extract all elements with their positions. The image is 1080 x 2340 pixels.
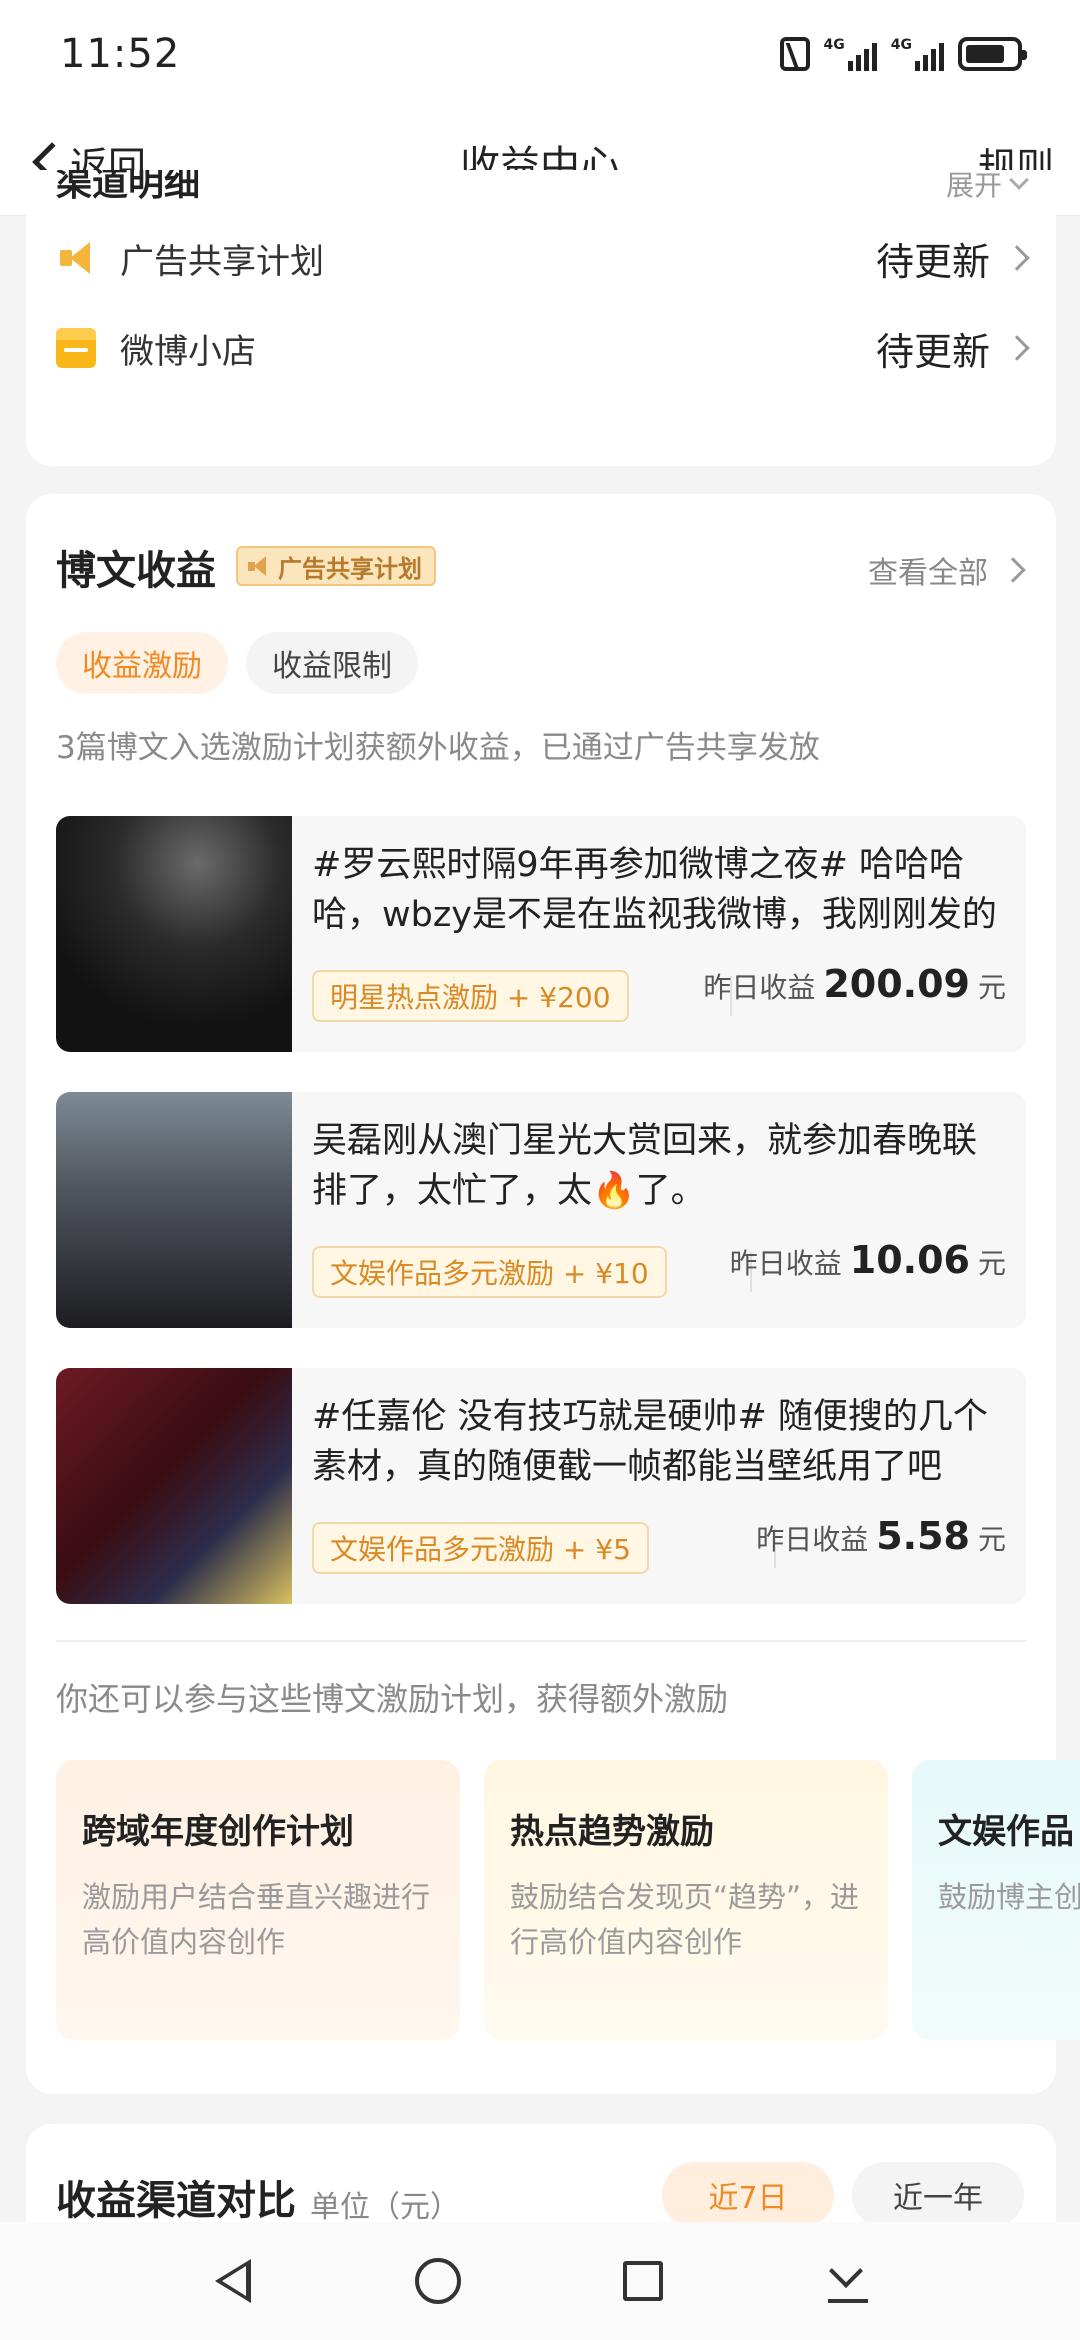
speaker-icon xyxy=(248,556,270,576)
status-time: 11:52 xyxy=(60,31,181,77)
plan-card[interactable]: 跨域年度创作计划 激励用户结合垂直兴趣进行高价值内容创作 xyxy=(56,1760,460,2040)
nfc-icon xyxy=(779,37,810,71)
post-item[interactable]: 吴磊刚从澳门星光大赏回来，就参加春晚联排了，太忙了，太🔥了。 文娱作品多元激励 … xyxy=(56,1092,1026,1328)
channel-value: 待更新 xyxy=(875,239,990,284)
post-text: #任嘉伦 没有技巧就是硬帅# 随便搜的几个素材，真的随便截一帧都能当壁纸用了吧 xyxy=(312,1397,988,1487)
triangle-back-icon xyxy=(214,2259,251,2303)
compare-title: 收益渠道对比 xyxy=(56,2178,296,2224)
nav-notification-button[interactable] xyxy=(813,2246,883,2316)
post-item[interactable]: #罗云熙时隔9年再参加微博之夜# 哈哈哈哈，wbzy是不是在监视我微博，我刚刚发… xyxy=(56,816,1026,1052)
incentive-description: 3篇博文入选激励计划获额外收益，已通过广告共享发放 xyxy=(56,730,820,766)
post-thumbnail xyxy=(56,1092,292,1328)
post-text: #罗云熙时隔9年再参加微博之夜# 哈哈哈哈，wbzy是不是在监视我微博，我刚刚发… xyxy=(312,845,997,935)
channel-detail-title: 渠道明细 xyxy=(56,170,201,204)
plan-card[interactable]: 热点趋势激励 鼓励结合发现页“趋势”，进行高价值内容创作 xyxy=(484,1760,888,2040)
tab-income-incentive[interactable]: 收益激励 xyxy=(56,632,228,694)
channel-row-ad-share[interactable]: 广告共享计划 待更新 xyxy=(56,226,1030,290)
channel-name: 微博小店 xyxy=(120,331,256,372)
incentive-tag: 文娱作品多元激励 + ¥10 xyxy=(312,1246,667,1298)
post-income-card: 博文收益 广告共享计划 查看全部 收益激励 收益限制 3篇博文入选激励计划获额外… xyxy=(26,494,1080,2094)
post-income-title: 博文收益 xyxy=(56,548,216,594)
chevron-right-icon xyxy=(1000,557,1026,583)
signal-icon-2: 4G xyxy=(891,37,944,71)
post-text: 吴磊刚从澳门星光大赏回来，就参加春晚联排了，太忙了，太🔥了。 xyxy=(312,1121,978,1211)
more-plans-description: 你还可以参与这些博文激励计划，获得额外激励 xyxy=(56,1680,729,1718)
post-thumbnail xyxy=(56,816,292,1052)
plan-description: 鼓励博主创视频内 xyxy=(938,1880,1080,1914)
plan-title: 热点趋势激励 xyxy=(510,1812,714,1852)
channel-name: 广告共享计划 xyxy=(120,241,324,282)
system-nav-bar xyxy=(0,2222,1080,2340)
view-all-button[interactable]: 查看全部 xyxy=(868,548,1026,592)
speaker-icon xyxy=(56,238,96,278)
post-earning: 昨日收益 5.58 元 xyxy=(756,1514,1006,1558)
status-icons: 4G 4G xyxy=(779,37,1027,71)
plan-title: 跨域年度创作计划 xyxy=(82,1812,354,1852)
post-thumbnail xyxy=(56,1368,292,1604)
shop-icon xyxy=(56,328,96,368)
post-earning: 昨日收益 200.09 元 xyxy=(703,962,1006,1006)
plan-description: 激励用户结合垂直兴趣进行高价值内容创作 xyxy=(82,1880,431,1959)
arrow-down-icon xyxy=(827,2259,868,2303)
chevron-right-icon xyxy=(1004,335,1030,361)
tab-income-limit[interactable]: 收益限制 xyxy=(246,632,418,694)
divider xyxy=(56,1640,1026,1642)
channel-detail-card: 渠道明细 展开 广告共享计划 待更新 微博小店 待更新 xyxy=(26,170,1056,466)
battery-icon xyxy=(958,37,1027,71)
square-recents-icon xyxy=(622,2261,663,2301)
incentive-tag: 明星热点激励 + ¥200 xyxy=(312,970,629,1022)
circle-home-icon xyxy=(414,2258,461,2304)
range-7d-button[interactable]: 近7日 xyxy=(662,2162,834,2228)
plan-title: 文娱作品 xyxy=(938,1812,1074,1852)
ad-share-badge: 广告共享计划 xyxy=(236,546,436,586)
signal-icon: 4G xyxy=(824,37,877,71)
nav-recents-button[interactable] xyxy=(608,2246,678,2316)
plan-card[interactable]: 文娱作品 鼓励博主创视频内 xyxy=(912,1760,1080,2040)
post-earning: 昨日收益 10.06 元 xyxy=(729,1238,1006,1282)
channel-value: 待更新 xyxy=(875,329,990,374)
channel-row-shop[interactable]: 微博小店 待更新 xyxy=(56,316,1030,380)
compare-unit: 单位（元） xyxy=(310,2190,460,2225)
nav-back-button[interactable] xyxy=(198,2246,268,2316)
post-item[interactable]: #任嘉伦 没有技巧就是硬帅# 随便搜的几个素材，真的随便截一帧都能当壁纸用了吧 … xyxy=(56,1368,1026,1604)
nav-home-button[interactable] xyxy=(403,2246,473,2316)
expand-button[interactable]: 展开 xyxy=(946,170,1029,204)
status-bar: 11:52 4G 4G xyxy=(0,0,1080,108)
incentive-tag: 文娱作品多元激励 + ¥5 xyxy=(312,1522,649,1574)
income-tabs: 收益激励 收益限制 xyxy=(56,632,418,694)
chevron-down-icon xyxy=(1009,170,1029,190)
plan-description: 鼓励结合发现页“趋势”，进行高价值内容创作 xyxy=(510,1880,860,1959)
chevron-right-icon xyxy=(1004,245,1030,271)
range-1y-button[interactable]: 近一年 xyxy=(852,2162,1024,2228)
